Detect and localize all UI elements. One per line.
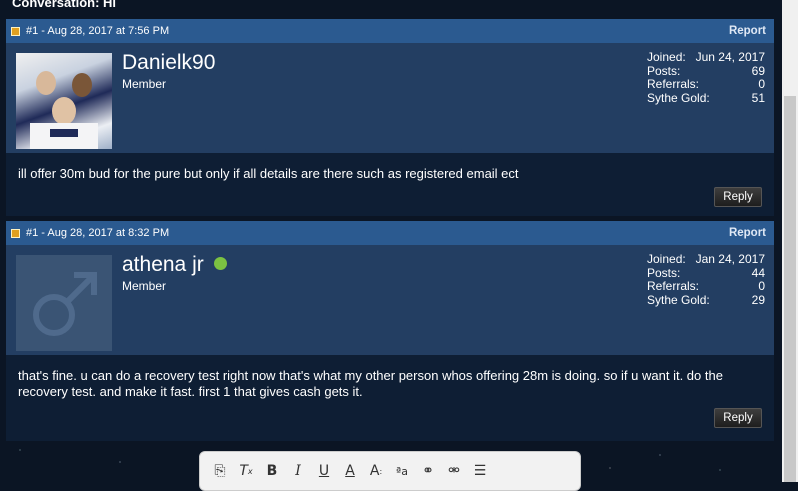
- stat-value: Jun 24, 2017: [695, 50, 765, 64]
- username-text[interactable]: athena jr: [122, 253, 204, 276]
- font-family-icon[interactable]: ªa: [394, 462, 410, 480]
- stat-joined: Joined: Jan 24, 2017: [647, 252, 765, 267]
- stat-label: Joined:: [647, 252, 686, 266]
- user-info: athena jr Member Joined: Jan 24, 2017 Pos…: [6, 245, 774, 355]
- reply-button[interactable]: Reply: [714, 187, 762, 207]
- scrollbar[interactable]: [782, 0, 798, 482]
- stat-value: 44: [751, 265, 765, 280]
- stat-label: Referrals:: [647, 279, 700, 293]
- stat-label: Posts:: [647, 63, 681, 78]
- link-icon[interactable]: ⚭: [420, 462, 436, 480]
- post-body: ill offer 30m bud for the pure but only …: [6, 153, 774, 216]
- remove-format-icon[interactable]: Tx: [238, 462, 254, 480]
- report-link[interactable]: Report: [729, 227, 766, 239]
- bold-icon[interactable]: B: [264, 462, 280, 480]
- stat-value: 69: [751, 63, 765, 78]
- post: #1 - Aug 28, 2017 at 7:56 PM Report Dani…: [6, 19, 774, 216]
- post-message: ill offer 30m bud for the pure but only …: [18, 166, 519, 181]
- user-title: Member: [122, 279, 167, 293]
- post-header: #1 - Aug 28, 2017 at 7:56 PM Report: [6, 19, 774, 43]
- post-header: #1 - Aug 28, 2017 at 8:32 PM Report: [6, 221, 774, 245]
- username[interactable]: Danielk90: [122, 51, 215, 75]
- stat-label: Joined:: [647, 50, 686, 64]
- stat-value: 0: [758, 279, 765, 293]
- stat-posts: Posts: 44: [647, 265, 765, 281]
- user-title: Member: [122, 77, 167, 91]
- scroll-thumb[interactable]: [784, 96, 796, 482]
- post-icon: [11, 26, 20, 36]
- font-size-icon[interactable]: A:: [368, 462, 384, 480]
- stat-value: 51: [751, 90, 765, 105]
- report-link[interactable]: Report: [729, 25, 766, 37]
- stat-joined: Joined: Jun 24, 2017: [647, 50, 765, 65]
- stat-label: Posts:: [647, 265, 681, 280]
- underline-icon[interactable]: U: [316, 462, 332, 480]
- stat-value: Jan 24, 2017: [695, 252, 765, 266]
- paint-format-icon[interactable]: ⎘: [212, 462, 228, 480]
- align-icon[interactable]: ☰: [472, 462, 488, 480]
- italic-icon[interactable]: I: [290, 462, 306, 480]
- post-body: that's fine. u can do a recovery test ri…: [6, 355, 774, 441]
- conversation-title: Conversation: Hi: [12, 0, 117, 10]
- post-permalink[interactable]: #1 - Aug 28, 2017 at 7:56 PM: [26, 25, 169, 37]
- stat-value: 0: [758, 77, 765, 91]
- stat-label: Sythe Gold:: [647, 90, 710, 105]
- stat-label: Referrals:: [647, 77, 700, 91]
- username[interactable]: athena jr: [122, 253, 227, 277]
- user-stats: Joined: Jan 24, 2017 Posts: 44 Referrals: 0…: [647, 252, 765, 308]
- username-text[interactable]: Danielk90: [122, 51, 215, 74]
- stat-posts: Posts: 69: [647, 63, 765, 79]
- stat-sythe-gold: Sythe Gold: 29: [647, 292, 765, 308]
- stat-referrals: Referrals: 0: [647, 77, 765, 92]
- post-permalink[interactable]: #1 - Aug 28, 2017 at 8:32 PM: [26, 227, 169, 239]
- online-status-icon: [213, 256, 227, 270]
- post: #1 - Aug 28, 2017 at 8:32 PM Report athe…: [6, 221, 774, 441]
- user-info: Danielk90 Member Joined: Jun 24, 2017 Pos…: [6, 43, 774, 153]
- user-stats: Joined: Jun 24, 2017 Posts: 69 Referrals: 0…: [647, 50, 765, 106]
- text-color-icon[interactable]: A: [342, 462, 358, 480]
- unlink-icon[interactable]: ⚮: [446, 462, 462, 480]
- default-male-avatar-icon: [33, 272, 97, 336]
- post-message: that's fine. u can do a recovery test ri…: [18, 368, 723, 399]
- avatar-image: [30, 71, 98, 149]
- stat-value: 29: [751, 292, 765, 307]
- stat-sythe-gold: Sythe Gold: 51: [647, 90, 765, 106]
- stat-label: Sythe Gold:: [647, 292, 710, 307]
- reply-button[interactable]: Reply: [714, 408, 762, 428]
- avatar[interactable]: [16, 255, 112, 351]
- editor-toolbar: ⎘ Tx B I U A A: ªa ⚭ ⚮ ☰: [199, 451, 581, 491]
- avatar[interactable]: [16, 53, 112, 149]
- post-icon: [11, 228, 20, 238]
- stat-referrals: Referrals: 0: [647, 279, 765, 294]
